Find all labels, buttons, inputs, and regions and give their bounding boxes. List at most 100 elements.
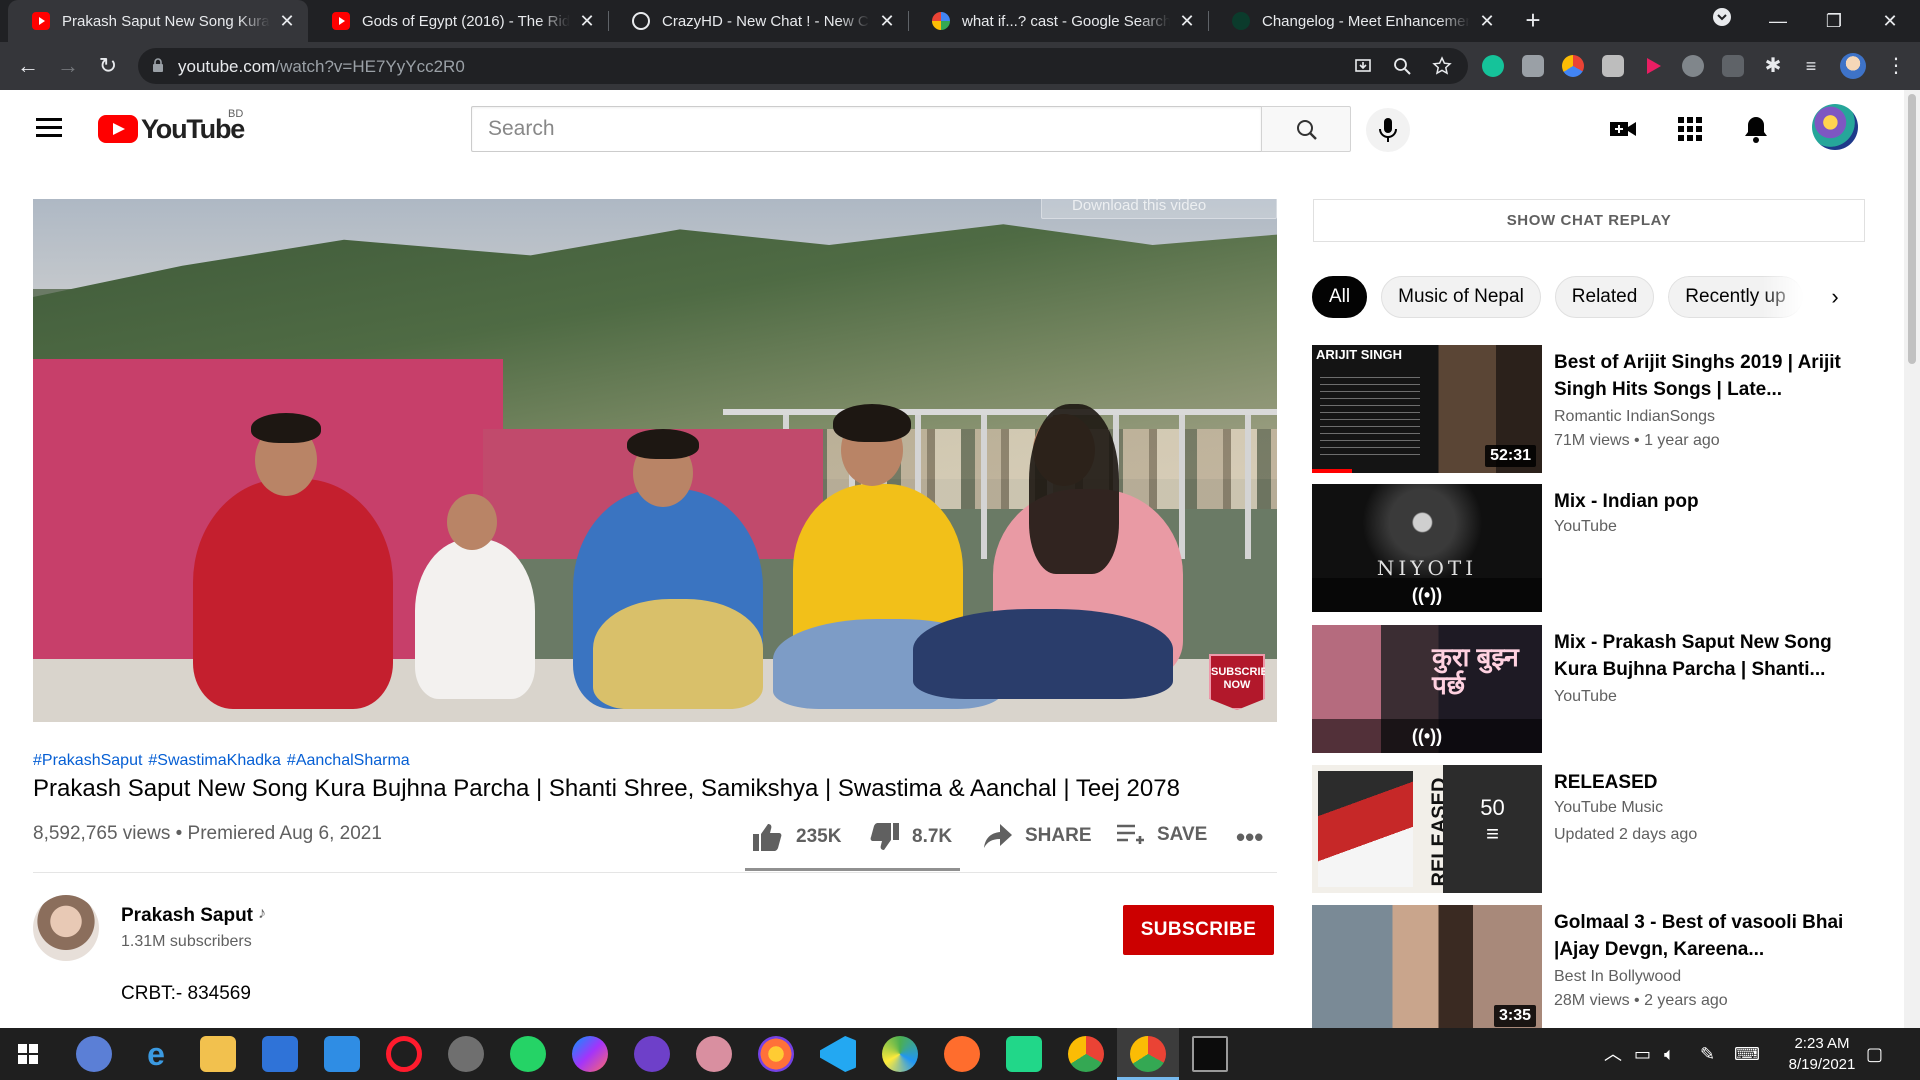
share-button[interactable]: SHARE (983, 822, 1092, 850)
volume-icon[interactable]: 🔈︎ (1664, 1028, 1675, 1080)
close-icon[interactable]: ✕ (278, 11, 296, 32)
extension-color-icon[interactable] (1562, 55, 1584, 77)
recommendation-channel[interactable]: Romantic IndianSongs (1554, 408, 1715, 426)
firefox-icon[interactable] (758, 1036, 794, 1072)
video-player[interactable]: Download this video SUBSCRIBE NOW (33, 199, 1277, 722)
close-icon[interactable]: ✕ (1478, 11, 1496, 32)
close-icon[interactable]: ✕ (1178, 11, 1196, 32)
scrollbar-thumb[interactable] (1908, 94, 1916, 364)
store-icon[interactable] (262, 1036, 298, 1072)
hashtag-link[interactable]: #AanchalSharma (287, 752, 410, 769)
keyboard-icon[interactable]: ⌨ (1734, 1028, 1760, 1080)
media-control-icon[interactable]: ≡ (1800, 55, 1822, 77)
playlist-thumbnail[interactable]: RELEASED 50 ≡ (1312, 765, 1542, 893)
recommendation-item[interactable]: ARIJIT SINGH 52:31 Best of Arijit Singhs… (1312, 345, 1872, 473)
apps-grid-icon[interactable] (1675, 114, 1705, 144)
extension-gray-icon[interactable] (1602, 55, 1624, 77)
more-actions-button[interactable]: ••• (1236, 822, 1263, 853)
chip-all[interactable]: All (1312, 276, 1368, 318)
tab-search-button[interactable] (1694, 0, 1750, 42)
file-explorer-icon[interactable] (200, 1036, 236, 1072)
close-icon[interactable]: ✕ (878, 11, 896, 32)
chip-music-of-nepal[interactable]: Music of Nepal (1381, 276, 1541, 318)
page-scrollbar[interactable] (1904, 90, 1920, 1028)
extension-box-icon[interactable] (1722, 55, 1744, 77)
github-icon[interactable] (634, 1036, 670, 1072)
video-thumbnail[interactable]: कुरा बुझ्न पर्छ ((•)) (1312, 625, 1542, 753)
tab-google-search[interactable]: what if...? cast - Google Search ✕ (908, 0, 1208, 42)
tab-gods-of-egypt[interactable]: Gods of Egypt (2016) - The Riddle ✕ (308, 0, 608, 42)
video-thumbnail[interactable]: ARIJIT SINGH 52:31 (1312, 345, 1542, 473)
download-extension-icon[interactable] (1682, 55, 1704, 77)
channel-avatar[interactable] (33, 895, 99, 961)
recommendation-title[interactable]: Mix - Prakash Saput New Song Kura Bujhna… (1554, 629, 1854, 683)
recommendation-title[interactable]: RELEASED (1554, 769, 1854, 796)
subscribe-button[interactable]: SUBSCRIBE (1123, 905, 1274, 955)
video-thumbnail[interactable]: NIYOTI ((•)) (1312, 484, 1542, 612)
network-icon[interactable]: ▭ (1634, 1028, 1651, 1080)
system-clock[interactable]: 2:23 AM 8/19/2021 (1762, 1033, 1882, 1075)
recommendation-title[interactable]: Mix - Indian pop (1554, 488, 1854, 515)
kebab-menu-icon[interactable]: ⋮ (1880, 50, 1912, 82)
hashtag-link[interactable]: #SwastimaKhadka (148, 752, 281, 769)
show-chat-replay-button[interactable]: SHOW CHAT REPLAY (1313, 199, 1865, 242)
zoom-icon[interactable] (1393, 57, 1411, 75)
recommendation-channel[interactable]: YouTube (1554, 688, 1617, 706)
tab-youtube-current[interactable]: Prakash Saput New Song Kura Bu ✕ (8, 0, 308, 42)
minimize-button[interactable]: — (1750, 0, 1806, 42)
recommendation-title[interactable]: Golmaal 3 - Best of vasooli Bhai |Ajay D… (1554, 909, 1854, 963)
search-input[interactable] (472, 107, 1261, 151)
pen-icon[interactable]: ✎ (1700, 1028, 1715, 1080)
bookmark-star-icon[interactable] (1432, 56, 1452, 76)
notifications-bell-icon[interactable] (1741, 114, 1771, 144)
tab-changelog[interactable]: Changelog - Meet Enhancement ✕ (1208, 0, 1508, 42)
terminal-icon[interactable] (1192, 1036, 1228, 1072)
camera-icon[interactable] (1522, 55, 1544, 77)
recommendation-channel[interactable]: YouTube Music (1554, 799, 1663, 817)
close-icon[interactable]: ✕ (578, 11, 596, 32)
puzzle-icon[interactable]: ✱ (1762, 55, 1784, 77)
paint-icon[interactable] (696, 1036, 732, 1072)
like-button[interactable]: 235K (752, 822, 841, 852)
chrome-profile-icon[interactable] (1068, 1036, 1104, 1072)
back-button[interactable]: ← (12, 50, 44, 82)
hashtag-link[interactable]: #PrakashSaput (33, 752, 142, 769)
satellite-icon[interactable] (448, 1036, 484, 1072)
close-window-button[interactable]: ✕ (1862, 0, 1918, 42)
grammarly-icon[interactable] (1482, 55, 1504, 77)
profile-avatar[interactable] (1840, 53, 1866, 79)
opera-icon[interactable] (386, 1036, 422, 1072)
play-extension-icon[interactable] (1642, 55, 1664, 77)
chip-related[interactable]: Related (1554, 276, 1655, 318)
download-video-overlay[interactable]: Download this video (1041, 199, 1277, 219)
recommendation-item[interactable]: कुरा बुझ्न पर्छ ((•)) Mix - Prakash Sapu… (1312, 625, 1872, 753)
chevron-up-icon[interactable]: ︿ (1604, 1028, 1622, 1080)
chip-recently-uploaded[interactable]: Recently up (1668, 276, 1803, 318)
vscode-icon[interactable] (820, 1036, 856, 1072)
windows-start-icon[interactable] (18, 1044, 38, 1064)
edge-icon[interactable]: e (138, 1036, 174, 1072)
chevron-right-icon[interactable]: › (1818, 280, 1852, 314)
youtube-logo[interactable]: YouTube BD (98, 108, 245, 144)
recommendation-item[interactable]: RELEASED 50 ≡ RELEASED YouTube Music Upd… (1312, 765, 1872, 893)
save-button[interactable]: SAVE (1115, 822, 1207, 848)
chrome-icon[interactable] (1130, 1036, 1166, 1072)
install-icon[interactable] (1354, 57, 1372, 75)
dislike-button[interactable]: 8.7K (868, 822, 952, 852)
recommendation-item[interactable]: 3:35 Golmaal 3 - Best of vasooli Bhai |A… (1312, 905, 1872, 1033)
new-tab-button[interactable]: + (1518, 6, 1548, 36)
recommendation-channel[interactable]: YouTube (1554, 518, 1617, 536)
pycharm-icon[interactable] (1006, 1036, 1042, 1072)
channel-name[interactable]: Prakash Saput (121, 905, 253, 927)
recommendation-channel[interactable]: Best In Bollywood (1554, 968, 1681, 986)
restore-button[interactable]: ❐ (1806, 0, 1862, 42)
forward-button[interactable]: → (52, 50, 84, 82)
video-thumbnail[interactable]: 3:35 (1312, 905, 1542, 1033)
whatsapp-icon[interactable] (510, 1036, 546, 1072)
recommendation-title[interactable]: Best of Arijit Singhs 2019 | Arijit Sing… (1554, 349, 1854, 403)
search-button[interactable] (1261, 106, 1351, 152)
account-avatar[interactable] (1812, 104, 1858, 150)
tab-crazyhd[interactable]: CrazyHD - New Chat ! - New Cha ✕ (608, 0, 908, 42)
menu-icon[interactable] (36, 118, 62, 138)
recommendation-item[interactable]: NIYOTI ((•)) Mix - Indian pop YouTube (1312, 484, 1872, 612)
